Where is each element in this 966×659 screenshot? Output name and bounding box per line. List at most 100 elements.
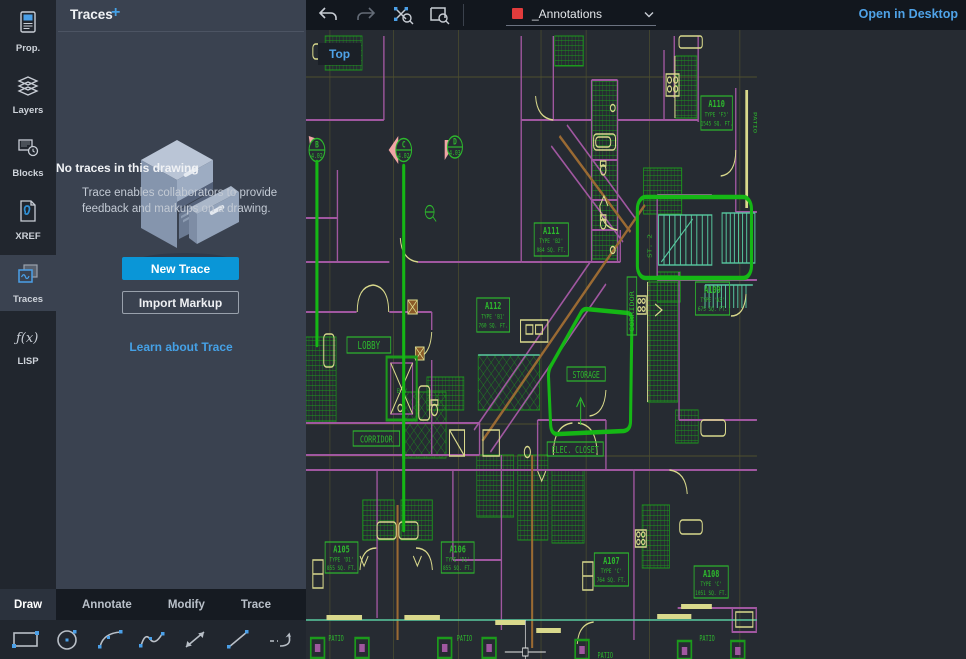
rail-item-label: LISP [17,356,38,367]
svg-text:A109: A109 [704,285,720,297]
rail-item-label: Blocks [12,168,43,179]
view-tab-top[interactable]: Top [318,43,361,65]
section-markers: B 4.02 C 4.02 D 4.03 [309,136,463,222]
traces-panel-header: Traces + [56,0,306,31]
divider [58,31,304,32]
svg-text:TYPE 'B1': TYPE 'B1' [481,314,505,321]
properties-icon [17,11,39,40]
blocks-icon [16,136,40,165]
svg-text:4.02: 4.02 [311,152,323,160]
rail-item-label: Layers [13,105,44,116]
draw-tools [0,620,306,659]
svg-text:4.03: 4.03 [449,149,461,157]
tab-annotate[interactable]: Annotate [64,589,150,620]
svg-text:STORAGE: STORAGE [572,369,599,381]
empty-state-description: Trace enables collaborators to provide f… [82,186,280,217]
tab-trace[interactable]: Trace [223,589,289,620]
svg-text:A105: A105 [333,544,349,556]
svg-text:TYPE 'D1': TYPE 'D1' [446,557,470,564]
drawing-viewport[interactable]: Top [306,30,966,659]
redo-icon[interactable] [354,3,378,27]
svg-text:A107: A107 [603,556,619,568]
named-view-label: _Annotations [532,7,602,21]
svg-text:PATIO: PATIO [328,634,343,643]
import-markup-button[interactable]: Import Markup [122,291,239,314]
floor-plan-canvas[interactable]: ELEV B 4.02 C 4.02 D 4.03 [306,30,966,659]
traces-icon [16,262,40,291]
named-view-dropdown[interactable]: _Annotations [506,4,656,26]
svg-text:TYPE 'A3': TYPE 'A3' [701,297,725,304]
svg-text:855 SQ. FT.: 855 SQ. FT. [327,565,356,572]
svg-text:A108: A108 [703,569,719,581]
svg-text:1545 SQ. FT.: 1545 SQ. FT. [701,121,733,128]
polyline-tool-icon[interactable] [135,626,171,654]
svg-text:4.02: 4.02 [398,152,410,160]
chevron-down-icon [644,11,654,19]
bottom-tabbar: Draw Annotate Modify Trace [0,589,306,620]
svg-text:A112: A112 [485,301,501,313]
zoom-window-icon[interactable] [426,3,450,27]
svg-text:CORRIDOR: CORRIDOR [360,434,394,446]
svg-text:TYPE 'D1': TYPE 'D1' [330,557,354,564]
revcloud-tool-icon[interactable] [262,626,298,654]
svg-text:764 SQ. FT.: 764 SQ. FT. [597,577,626,584]
svg-text:TYPE 'B2': TYPE 'B2' [539,238,563,245]
svg-text:A106: A106 [449,544,465,556]
lisp-icon: ƒ(x) [14,326,42,353]
rail-item-traces[interactable]: Traces [0,255,56,311]
svg-text:984 SQ. FT.: 984 SQ. FT. [537,247,566,254]
empty-state-title: No traces in this drawing [56,161,306,175]
svg-text:A111: A111 [543,226,559,238]
panel-title: Traces [70,7,113,22]
svg-text:TYPE 'C': TYPE 'C' [700,581,721,588]
undo-icon[interactable] [316,3,340,27]
svg-text:ST. 2: ST. 2 [647,234,653,258]
svg-text:B: B [315,139,319,150]
svg-text:CORRIDOR: CORRIDOR [628,290,635,332]
traces-panel: Traces + No traces in this drawing Trace… [56,0,306,589]
door-swings [357,96,746,644]
arc-tool-icon[interactable] [93,626,129,654]
svg-text:PATIO: PATIO [598,651,613,659]
svg-text:PATIO: PATIO [752,112,758,133]
canvas-toolbar: _Annotations Open in Desktop [306,0,966,30]
svg-text:760 SQ. FT.: 760 SQ. FT. [479,323,508,330]
rectangle-tool-icon[interactable] [8,626,44,654]
add-trace-icon[interactable]: + [111,4,120,22]
svg-text:PATIO: PATIO [457,634,472,643]
xref-icon [17,199,39,228]
learn-about-trace-link[interactable]: Learn about Trace [56,340,306,354]
rail-item-label: Prop. [16,43,40,54]
column-markers [408,300,424,360]
svg-text:A110: A110 [708,99,724,111]
circle-tool-icon[interactable] [50,626,86,654]
svg-text:ƒ(x): ƒ(x) [14,331,38,346]
svg-text:PATIO: PATIO [699,634,714,643]
tool-rail: Prop. Layers Blocks XREF Traces ƒ(x) LIS… [0,0,56,589]
svg-text:855 SQ. FT.: 855 SQ. FT. [443,565,472,572]
zoom-object-icon[interactable] [390,3,414,27]
rail-item-label: Traces [13,294,43,305]
tab-draw[interactable]: Draw [0,589,56,620]
toolbar-separator [463,4,464,26]
svg-text:D: D [453,136,457,147]
rail-item-lisp[interactable]: ƒ(x) LISP [0,318,56,374]
svg-text:LOBBY: LOBBY [358,340,381,353]
layers-icon [16,73,40,102]
open-in-desktop-link[interactable]: Open in Desktop [859,7,958,21]
svg-text:TYPE 'F3': TYPE 'F3' [705,112,729,119]
tab-modify[interactable]: Modify [150,589,223,620]
rail-item-blocks[interactable]: Blocks [0,129,56,185]
svg-text:ELEC. CLOSET: ELEC. CLOSET [552,444,599,456]
rail-item-properties[interactable]: Prop. [0,4,56,60]
rail-item-label: XREF [15,231,40,242]
crosshair-cursor [505,620,546,659]
line-tool-icon[interactable] [220,626,256,654]
svg-text:1051 SQ. FT.: 1051 SQ. FT. [695,590,727,597]
svg-text:C: C [402,139,406,150]
rail-item-xref[interactable]: XREF [0,192,56,248]
new-trace-button[interactable]: New Trace [122,257,239,280]
svg-text:675 SQ. FT.: 675 SQ. FT. [698,306,727,313]
rail-item-layers[interactable]: Layers [0,66,56,122]
measure-tool-icon[interactable] [177,626,213,654]
